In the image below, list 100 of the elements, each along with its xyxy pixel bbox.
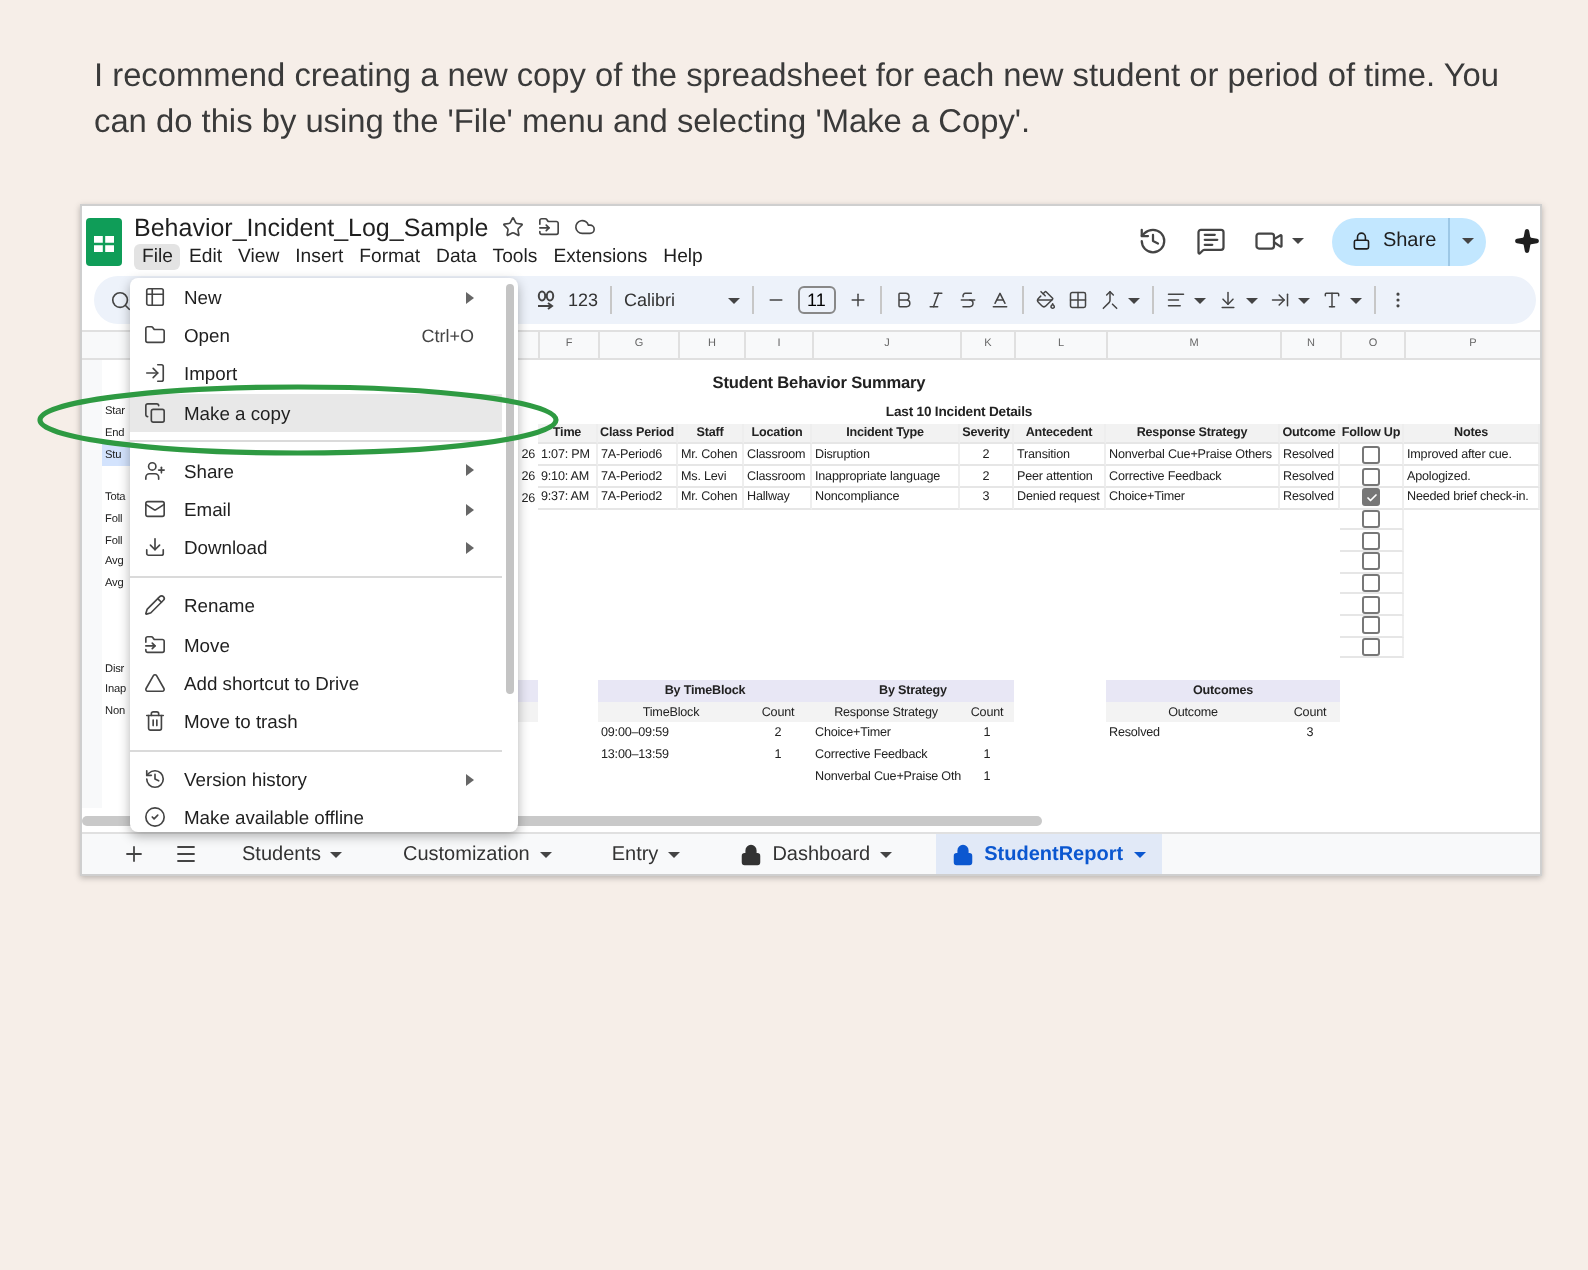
menu-item[interactable]: Open Ctrl+O <box>130 316 502 355</box>
caret-icon <box>1193 297 1206 304</box>
lock-icon <box>952 843 975 865</box>
checkbox[interactable] <box>1362 638 1380 657</box>
menu-item[interactable]: View <box>230 243 288 270</box>
checkbox[interactable] <box>1362 467 1380 486</box>
menu-item[interactable]: Insert <box>287 243 352 270</box>
caret-icon <box>880 851 893 857</box>
document-title[interactable]: Behavior_Incident_Log_Sample <box>134 213 489 242</box>
number-format-button[interactable]: 123 <box>568 290 599 311</box>
paint-bucket-icon[interactable] <box>1035 290 1056 311</box>
shortcut-text: Ctrl+O <box>421 325 474 346</box>
font-size-field[interactable]: 11 <box>797 286 836 315</box>
menu-item[interactable]: Tools <box>484 243 546 270</box>
app-logo <box>86 217 122 266</box>
folder-icon <box>144 324 166 347</box>
caret-icon <box>1245 297 1258 304</box>
checkbox[interactable] <box>1362 616 1380 635</box>
caret-icon <box>668 851 681 857</box>
menu-item[interactable]: Edit <box>180 243 231 270</box>
triangle-icon <box>144 671 166 694</box>
caption-text: I recommend creating a new copy of the spreadsheet for each new student or period of time. You can do this by using the 'File' menu and selecting 'Make a Copy'. <box>92 56 1501 144</box>
italic-icon[interactable] <box>925 290 946 311</box>
menu-item[interactable]: Move <box>130 625 502 664</box>
caret-icon <box>539 851 552 857</box>
menu-item[interactable]: Download <box>130 528 502 567</box>
lock-icon <box>1352 230 1371 253</box>
submenu-arrow-icon <box>466 503 474 516</box>
cloud-icon[interactable] <box>574 216 597 239</box>
checkbox[interactable] <box>1362 552 1380 571</box>
envelope-icon <box>144 498 166 521</box>
menu-item[interactable]: Extensions <box>545 243 656 270</box>
menu-icon[interactable] <box>174 842 198 866</box>
menu-item[interactable]: Import <box>130 354 502 394</box>
sheet-tab[interactable]: Students <box>226 834 359 874</box>
report-title: Student Behavior Summary <box>710 369 928 396</box>
search-icon[interactable] <box>110 289 132 312</box>
enter-icon <box>144 362 166 385</box>
checkbox[interactable] <box>1362 488 1380 507</box>
vertical-align-icon[interactable] <box>1217 290 1238 311</box>
menu-item[interactable]: Make available offline <box>130 798 502 837</box>
caret-icon <box>1292 238 1304 245</box>
trash-icon <box>144 709 166 732</box>
submenu-arrow-icon <box>466 464 474 477</box>
user-plus-icon <box>144 459 166 482</box>
borders-icon[interactable] <box>1067 290 1088 311</box>
lock-icon <box>740 843 763 865</box>
submenu-arrow-icon <box>466 291 474 304</box>
check-circle-icon <box>144 806 166 829</box>
strikethrough-icon[interactable] <box>957 290 978 311</box>
menu-item[interactable]: Make a copy <box>130 393 502 432</box>
menu-item[interactable]: Data <box>428 243 485 270</box>
history-icon <box>144 768 166 791</box>
wrap-icon[interactable] <box>1269 290 1290 311</box>
caret-icon <box>1297 297 1310 304</box>
text-rotation-icon[interactable] <box>1321 290 1342 311</box>
checkbox[interactable] <box>1362 445 1380 464</box>
menu-item[interactable]: Format <box>351 243 429 270</box>
history-icon[interactable] <box>1138 226 1168 257</box>
sheet-tab[interactable]: Dashboard <box>724 834 909 874</box>
folder-icon[interactable] <box>538 216 561 239</box>
share-button[interactable]: Share <box>1332 217 1486 266</box>
decimal-icon[interactable] <box>536 290 556 311</box>
caret-icon <box>1462 238 1474 245</box>
sparkle-icon[interactable] <box>1514 228 1540 255</box>
pencil-icon <box>144 594 166 617</box>
caret-icon <box>330 851 343 857</box>
sheet-tab[interactable]: Customization <box>386 834 568 874</box>
sheet-tab[interactable]: Entry <box>595 834 697 874</box>
comment-icon[interactable] <box>1196 226 1226 257</box>
menu-item[interactable]: Share <box>130 451 502 490</box>
menu-item[interactable]: Email <box>130 489 502 529</box>
text-color-icon[interactable] <box>989 290 1010 311</box>
caret-icon <box>727 297 740 304</box>
plus-icon[interactable] <box>847 290 868 311</box>
font-selector[interactable]: Calibri <box>624 290 676 311</box>
submenu-arrow-icon <box>466 773 474 786</box>
sheet-tab[interactable]: StudentReport <box>936 834 1162 874</box>
submenu-arrow-icon <box>466 541 474 554</box>
star-icon[interactable] <box>502 216 525 239</box>
align-icon[interactable] <box>1165 290 1186 311</box>
menu-item[interactable]: New <box>130 278 502 317</box>
menu-item[interactable]: Add shortcut to Drive <box>130 663 502 702</box>
menu-item[interactable]: File <box>134 243 181 270</box>
bold-icon[interactable] <box>893 290 914 311</box>
copy-icon <box>144 401 166 424</box>
menu-item[interactable]: Rename <box>130 586 502 625</box>
table-icon <box>144 286 166 309</box>
caret-icon <box>1349 297 1362 304</box>
download-icon <box>144 536 166 559</box>
checkbox[interactable] <box>1362 595 1380 614</box>
caret-icon <box>1127 297 1140 304</box>
folder-arrow-icon <box>144 633 166 656</box>
merge-icon[interactable] <box>1099 290 1120 311</box>
scrollbar-thumb[interactable] <box>506 284 514 694</box>
menu-item[interactable]: Version history <box>130 760 502 799</box>
menu-item[interactable]: Move to trash <box>130 701 502 741</box>
add-sheet-icon[interactable] <box>122 842 146 866</box>
menu-item[interactable]: Help <box>655 243 711 270</box>
checkbox[interactable] <box>1362 531 1380 550</box>
